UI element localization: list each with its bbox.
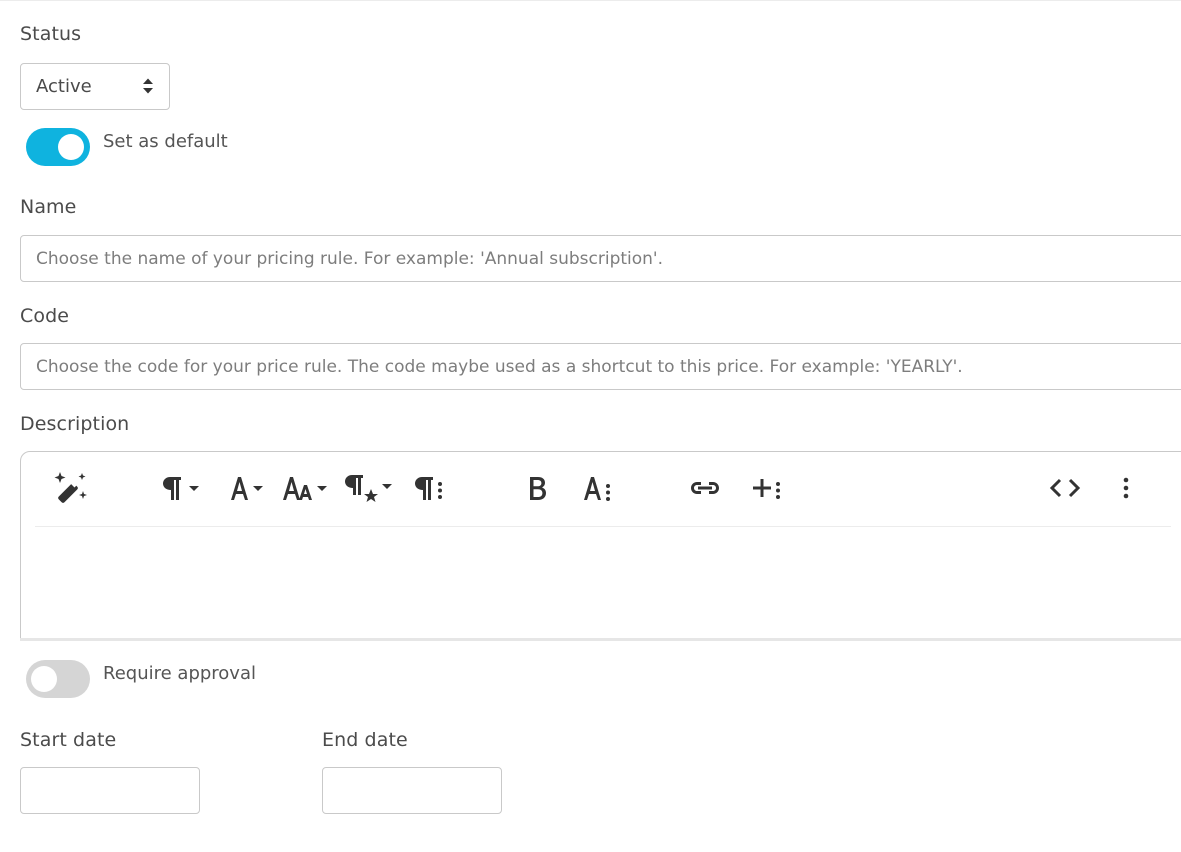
paragraph-style-icon[interactable] [343,468,395,508]
toggle-knob [31,666,57,692]
font-size-icon[interactable] [281,468,331,508]
description-edit-area[interactable] [35,528,1171,636]
toggle-knob [58,134,84,160]
editor-bottom-border [20,638,1181,641]
status-label: Status [20,23,82,45]
description-label: Description [20,413,130,435]
name-input[interactable] [20,235,1181,282]
bold-icon[interactable] [519,468,555,508]
end-date-label: End date [322,729,408,751]
set-as-default-toggle[interactable] [26,128,90,166]
magic-wand-icon[interactable] [51,468,91,508]
editor-toolbar [35,452,1171,527]
insert-more-icon[interactable] [749,468,789,508]
code-label: Code [20,305,70,327]
name-label: Name [20,196,77,218]
text-more-icon[interactable] [581,468,621,508]
more-vertical-icon[interactable] [1111,468,1141,508]
description-editor [20,451,1181,641]
code-view-icon[interactable] [1045,468,1085,508]
font-family-icon[interactable] [221,468,267,508]
sort-caret-icon [143,78,153,94]
link-icon[interactable] [687,468,723,508]
require-approval-label: Require approval [103,663,256,684]
paragraph-format-icon[interactable] [159,468,205,508]
require-approval-toggle[interactable] [26,660,90,698]
end-date-input[interactable] [322,767,502,814]
code-input[interactable] [20,343,1181,390]
pricing-rule-form: Status Active Set as default Name Code D… [0,0,1181,852]
start-date-label: Start date [20,729,117,751]
status-selected-value: Active [36,76,92,97]
paragraph-more-icon[interactable] [412,468,452,508]
start-date-input[interactable] [20,767,200,814]
set-as-default-label: Set as default [103,131,228,152]
status-select[interactable]: Active [20,63,170,110]
